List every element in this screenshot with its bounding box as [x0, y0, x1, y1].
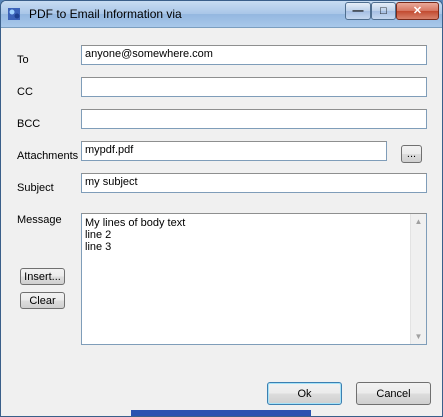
message-textarea[interactable]: My lines of body text line 2 line 3 ▲ ▼	[81, 213, 427, 345]
minimize-button[interactable]: —	[345, 2, 371, 20]
scroll-down-icon[interactable]: ▼	[411, 329, 426, 344]
cc-label: CC	[17, 86, 33, 98]
clear-button[interactable]: Clear	[20, 292, 65, 309]
message-body: My lines of body text line 2 line 3	[85, 217, 186, 253]
subject-label: Subject	[17, 182, 54, 194]
close-button[interactable]: ✕	[396, 2, 439, 20]
background-strip	[131, 410, 311, 416]
scroll-up-icon[interactable]: ▲	[411, 214, 426, 229]
maximize-button[interactable]: □	[371, 2, 396, 20]
cancel-button[interactable]: Cancel	[356, 382, 431, 405]
minimize-icon: —	[352, 5, 364, 17]
subject-field[interactable]: my subject	[81, 173, 427, 193]
close-icon: ✕	[412, 5, 423, 17]
dialog-window: PDF to Email Information via — □ ✕ To an…	[0, 0, 443, 417]
app-icon	[8, 8, 20, 20]
insert-button[interactable]: Insert...	[20, 268, 65, 285]
bcc-label: BCC	[17, 118, 41, 130]
message-label: Message	[17, 214, 62, 226]
title-bar[interactable]: PDF to Email Information via — □ ✕	[1, 1, 442, 28]
message-scrollbar[interactable]: ▲ ▼	[410, 214, 426, 344]
to-field[interactable]: anyone@somewhere.com	[81, 45, 427, 65]
attachments-field[interactable]: mypdf.pdf	[81, 141, 387, 161]
ok-button[interactable]: Ok	[267, 382, 342, 405]
attachments-label: Attachments	[17, 150, 79, 162]
maximize-icon: □	[380, 5, 387, 17]
browse-button[interactable]: ...	[401, 145, 422, 163]
cc-field[interactable]	[81, 77, 427, 97]
window-title: PDF to Email Information via	[29, 7, 182, 21]
to-label: To	[17, 54, 29, 66]
bcc-field[interactable]	[81, 109, 427, 129]
